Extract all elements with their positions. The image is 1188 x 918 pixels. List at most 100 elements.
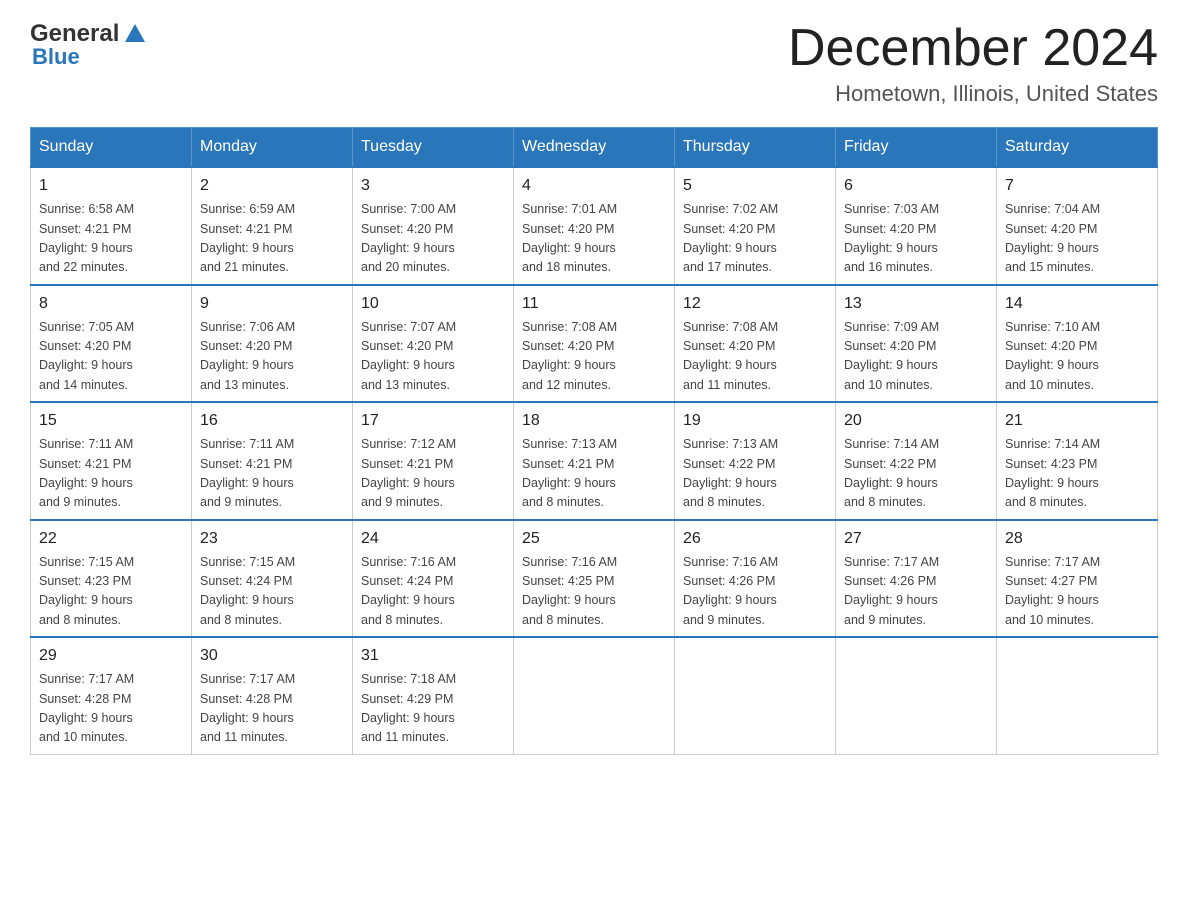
day-number: 10 bbox=[361, 292, 505, 316]
day-number: 18 bbox=[522, 409, 666, 433]
day-number: 24 bbox=[361, 527, 505, 551]
col-header-sunday: Sunday bbox=[31, 128, 192, 168]
calendar-cell: 13Sunrise: 7:09 AMSunset: 4:20 PMDayligh… bbox=[836, 285, 997, 403]
day-info: Sunrise: 7:17 AMSunset: 4:28 PMDaylight:… bbox=[39, 670, 183, 748]
day-number: 9 bbox=[200, 292, 344, 316]
day-info: Sunrise: 7:15 AMSunset: 4:24 PMDaylight:… bbox=[200, 553, 344, 631]
calendar-cell: 19Sunrise: 7:13 AMSunset: 4:22 PMDayligh… bbox=[675, 402, 836, 520]
calendar-cell: 12Sunrise: 7:08 AMSunset: 4:20 PMDayligh… bbox=[675, 285, 836, 403]
day-info: Sunrise: 6:58 AMSunset: 4:21 PMDaylight:… bbox=[39, 200, 183, 278]
day-number: 4 bbox=[522, 174, 666, 198]
calendar-cell bbox=[514, 637, 675, 754]
day-info: Sunrise: 7:02 AMSunset: 4:20 PMDaylight:… bbox=[683, 200, 827, 278]
day-number: 5 bbox=[683, 174, 827, 198]
day-info: Sunrise: 7:05 AMSunset: 4:20 PMDaylight:… bbox=[39, 318, 183, 396]
day-number: 7 bbox=[1005, 174, 1149, 198]
day-number: 15 bbox=[39, 409, 183, 433]
day-info: Sunrise: 7:17 AMSunset: 4:28 PMDaylight:… bbox=[200, 670, 344, 748]
calendar-cell: 5Sunrise: 7:02 AMSunset: 4:20 PMDaylight… bbox=[675, 167, 836, 285]
week-row-2: 8Sunrise: 7:05 AMSunset: 4:20 PMDaylight… bbox=[31, 285, 1158, 403]
col-header-saturday: Saturday bbox=[997, 128, 1158, 168]
logo-area: General Blue bbox=[30, 20, 151, 70]
header-row: SundayMondayTuesdayWednesdayThursdayFrid… bbox=[31, 128, 1158, 168]
day-info: Sunrise: 7:07 AMSunset: 4:20 PMDaylight:… bbox=[361, 318, 505, 396]
day-info: Sunrise: 7:11 AMSunset: 4:21 PMDaylight:… bbox=[39, 435, 183, 513]
day-info: Sunrise: 7:12 AMSunset: 4:21 PMDaylight:… bbox=[361, 435, 505, 513]
calendar-cell: 8Sunrise: 7:05 AMSunset: 4:20 PMDaylight… bbox=[31, 285, 192, 403]
calendar-cell: 24Sunrise: 7:16 AMSunset: 4:24 PMDayligh… bbox=[353, 520, 514, 638]
calendar-cell: 10Sunrise: 7:07 AMSunset: 4:20 PMDayligh… bbox=[353, 285, 514, 403]
calendar-cell: 18Sunrise: 7:13 AMSunset: 4:21 PMDayligh… bbox=[514, 402, 675, 520]
calendar-cell: 11Sunrise: 7:08 AMSunset: 4:20 PMDayligh… bbox=[514, 285, 675, 403]
calendar-cell: 22Sunrise: 7:15 AMSunset: 4:23 PMDayligh… bbox=[31, 520, 192, 638]
calendar-cell: 31Sunrise: 7:18 AMSunset: 4:29 PMDayligh… bbox=[353, 637, 514, 754]
day-number: 19 bbox=[683, 409, 827, 433]
col-header-monday: Monday bbox=[192, 128, 353, 168]
calendar-cell: 30Sunrise: 7:17 AMSunset: 4:28 PMDayligh… bbox=[192, 637, 353, 754]
day-number: 30 bbox=[200, 644, 344, 668]
day-info: Sunrise: 7:06 AMSunset: 4:20 PMDaylight:… bbox=[200, 318, 344, 396]
col-header-friday: Friday bbox=[836, 128, 997, 168]
calendar-cell: 6Sunrise: 7:03 AMSunset: 4:20 PMDaylight… bbox=[836, 167, 997, 285]
day-number: 28 bbox=[1005, 527, 1149, 551]
calendar-cell bbox=[997, 637, 1158, 754]
calendar-cell: 20Sunrise: 7:14 AMSunset: 4:22 PMDayligh… bbox=[836, 402, 997, 520]
calendar-cell: 26Sunrise: 7:16 AMSunset: 4:26 PMDayligh… bbox=[675, 520, 836, 638]
day-info: Sunrise: 7:01 AMSunset: 4:20 PMDaylight:… bbox=[522, 200, 666, 278]
day-info: Sunrise: 7:18 AMSunset: 4:29 PMDaylight:… bbox=[361, 670, 505, 748]
calendar-title: December 2024 bbox=[788, 20, 1158, 77]
col-header-tuesday: Tuesday bbox=[353, 128, 514, 168]
day-number: 1 bbox=[39, 174, 183, 198]
logo-blue-text: Blue bbox=[32, 44, 80, 70]
day-info: Sunrise: 7:00 AMSunset: 4:20 PMDaylight:… bbox=[361, 200, 505, 278]
calendar-cell: 2Sunrise: 6:59 AMSunset: 4:21 PMDaylight… bbox=[192, 167, 353, 285]
day-info: Sunrise: 7:15 AMSunset: 4:23 PMDaylight:… bbox=[39, 553, 183, 631]
calendar-cell bbox=[675, 637, 836, 754]
day-number: 20 bbox=[844, 409, 988, 433]
day-info: Sunrise: 7:09 AMSunset: 4:20 PMDaylight:… bbox=[844, 318, 988, 396]
page-header: General Blue December 2024 Hometown, Ill… bbox=[30, 20, 1158, 107]
calendar-table: SundayMondayTuesdayWednesdayThursdayFrid… bbox=[30, 127, 1158, 755]
col-header-wednesday: Wednesday bbox=[514, 128, 675, 168]
calendar-cell: 3Sunrise: 7:00 AMSunset: 4:20 PMDaylight… bbox=[353, 167, 514, 285]
day-number: 3 bbox=[361, 174, 505, 198]
calendar-cell: 27Sunrise: 7:17 AMSunset: 4:26 PMDayligh… bbox=[836, 520, 997, 638]
calendar-cell: 9Sunrise: 7:06 AMSunset: 4:20 PMDaylight… bbox=[192, 285, 353, 403]
day-info: Sunrise: 7:08 AMSunset: 4:20 PMDaylight:… bbox=[683, 318, 827, 396]
day-number: 17 bbox=[361, 409, 505, 433]
day-info: Sunrise: 7:08 AMSunset: 4:20 PMDaylight:… bbox=[522, 318, 666, 396]
week-row-1: 1Sunrise: 6:58 AMSunset: 4:21 PMDaylight… bbox=[31, 167, 1158, 285]
title-area: December 2024 Hometown, Illinois, United… bbox=[788, 20, 1158, 107]
day-number: 16 bbox=[200, 409, 344, 433]
day-number: 27 bbox=[844, 527, 988, 551]
day-number: 25 bbox=[522, 527, 666, 551]
day-info: Sunrise: 7:11 AMSunset: 4:21 PMDaylight:… bbox=[200, 435, 344, 513]
day-info: Sunrise: 7:03 AMSunset: 4:20 PMDaylight:… bbox=[844, 200, 988, 278]
calendar-cell: 28Sunrise: 7:17 AMSunset: 4:27 PMDayligh… bbox=[997, 520, 1158, 638]
calendar-cell: 15Sunrise: 7:11 AMSunset: 4:21 PMDayligh… bbox=[31, 402, 192, 520]
calendar-cell bbox=[836, 637, 997, 754]
week-row-3: 15Sunrise: 7:11 AMSunset: 4:21 PMDayligh… bbox=[31, 402, 1158, 520]
day-info: Sunrise: 7:04 AMSunset: 4:20 PMDaylight:… bbox=[1005, 200, 1149, 278]
calendar-cell: 25Sunrise: 7:16 AMSunset: 4:25 PMDayligh… bbox=[514, 520, 675, 638]
calendar-cell: 17Sunrise: 7:12 AMSunset: 4:21 PMDayligh… bbox=[353, 402, 514, 520]
day-number: 12 bbox=[683, 292, 827, 316]
day-info: Sunrise: 7:14 AMSunset: 4:22 PMDaylight:… bbox=[844, 435, 988, 513]
day-info: Sunrise: 7:14 AMSunset: 4:23 PMDaylight:… bbox=[1005, 435, 1149, 513]
calendar-cell: 29Sunrise: 7:17 AMSunset: 4:28 PMDayligh… bbox=[31, 637, 192, 754]
calendar-cell: 23Sunrise: 7:15 AMSunset: 4:24 PMDayligh… bbox=[192, 520, 353, 638]
day-number: 11 bbox=[522, 292, 666, 316]
day-number: 29 bbox=[39, 644, 183, 668]
day-number: 22 bbox=[39, 527, 183, 551]
day-number: 21 bbox=[1005, 409, 1149, 433]
calendar-cell: 7Sunrise: 7:04 AMSunset: 4:20 PMDaylight… bbox=[997, 167, 1158, 285]
day-number: 13 bbox=[844, 292, 988, 316]
day-number: 14 bbox=[1005, 292, 1149, 316]
day-info: Sunrise: 7:10 AMSunset: 4:20 PMDaylight:… bbox=[1005, 318, 1149, 396]
day-number: 31 bbox=[361, 644, 505, 668]
day-info: Sunrise: 7:16 AMSunset: 4:26 PMDaylight:… bbox=[683, 553, 827, 631]
day-number: 8 bbox=[39, 292, 183, 316]
calendar-cell: 4Sunrise: 7:01 AMSunset: 4:20 PMDaylight… bbox=[514, 167, 675, 285]
day-number: 6 bbox=[844, 174, 988, 198]
day-info: Sunrise: 7:13 AMSunset: 4:22 PMDaylight:… bbox=[683, 435, 827, 513]
